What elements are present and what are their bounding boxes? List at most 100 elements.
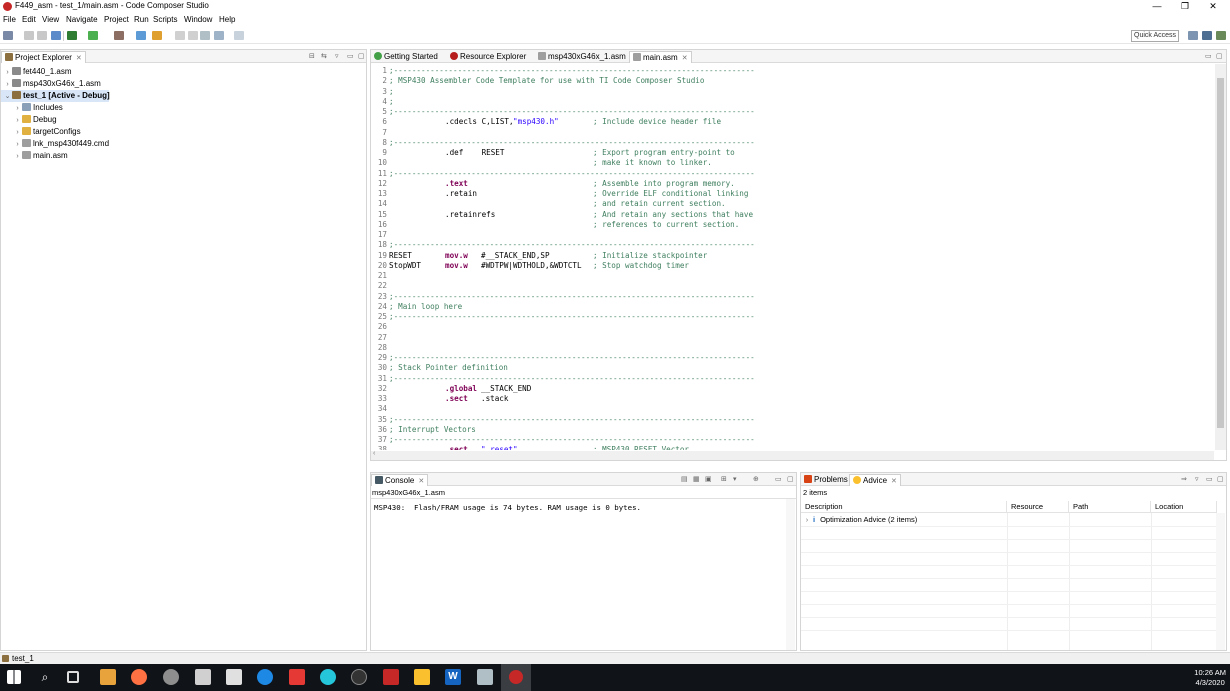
code-line[interactable]: 19 RESET mov.w #__STACK_END,SP ; Initialize … (371, 251, 1211, 261)
code-line[interactable]: 7 (371, 128, 1211, 138)
close-button[interactable]: ✕ (1196, 0, 1230, 13)
save-all-icon[interactable] (37, 31, 47, 40)
code-line[interactable]: 26 (371, 322, 1211, 332)
code-line[interactable]: 8 ;--------------------------------------… (371, 138, 1211, 148)
menu-help[interactable]: Help (219, 15, 235, 24)
code-line[interactable]: 17 (371, 230, 1211, 240)
save-icon[interactable] (24, 31, 34, 40)
word-icon[interactable]: W (445, 669, 461, 685)
menu-project[interactable]: Project (104, 15, 129, 24)
code-line[interactable]: 33 .sect .stack (371, 394, 1211, 404)
code-line[interactable]: 14 ; and retain current section. (371, 199, 1211, 209)
code-line[interactable]: 37 ;-------------------------------------… (371, 435, 1211, 445)
code-line[interactable]: 30; Stack Pointer definition (371, 363, 1211, 373)
code-line[interactable]: 35 ;-------------------------------------… (371, 415, 1211, 425)
firefox-icon[interactable] (131, 669, 147, 685)
code-line[interactable]: 32 .global __STACK_END (371, 384, 1211, 394)
close-icon[interactable]: ✕ (891, 478, 897, 485)
menu-view[interactable]: View (42, 15, 59, 24)
calculator-icon[interactable] (226, 669, 242, 685)
tree-item[interactable]: › fet440_1.asm (1, 66, 71, 78)
view-menu-icon[interactable]: ▿ (335, 52, 339, 60)
edge-icon[interactable] (257, 669, 273, 685)
task-view-icon[interactable] (67, 671, 79, 683)
code-line[interactable]: 28 (371, 343, 1211, 353)
taskbar-app-icon[interactable] (100, 669, 116, 685)
maximize-view-icon[interactable]: ▢ (1217, 475, 1224, 483)
tab-msp430xg46x-asm[interactable]: msp430xG46x_1.asm (535, 51, 629, 63)
code-line[interactable]: 9 .def RESET ; Export program entry-point … (371, 148, 1211, 158)
pin-console-icon[interactable]: ⊞ (721, 475, 727, 483)
close-icon[interactable]: ✕ (682, 55, 688, 62)
filter-icon[interactable]: ⇒ (1181, 475, 1187, 483)
code-line[interactable]: 1 ;--------------------------------------… (371, 66, 1211, 76)
windows-start-icon[interactable] (7, 670, 21, 684)
tree-item[interactable]: › Includes (1, 102, 63, 114)
console-scrollbar[interactable] (786, 499, 795, 650)
close-icon[interactable]: ✕ (76, 55, 82, 62)
code-line[interactable]: 6 .cdecls C,LIST, "msp430.h" ; Include devi… (371, 117, 1211, 127)
forward-icon[interactable] (234, 31, 244, 40)
tab-problems[interactable]: Problems (801, 474, 851, 486)
ccs-edit-perspective-icon[interactable] (1202, 31, 1212, 40)
column-description[interactable]: Description (801, 501, 1007, 513)
code-line[interactable]: 16 ; references to current section. (371, 220, 1211, 230)
code-line[interactable]: 12 .text ; Assemble into program memory. (371, 179, 1211, 189)
word-wrap-icon[interactable]: ▣ (705, 475, 712, 483)
code-line[interactable]: 38 .sect ".reset"; MSP430 RESET Vector (371, 445, 1211, 450)
file-explorer-icon[interactable] (414, 669, 430, 685)
tree-item[interactable]: › main.asm (1, 150, 68, 162)
code-line[interactable]: 23 ;-------------------------------------… (371, 292, 1211, 302)
taskbar-app-icon[interactable] (320, 669, 336, 685)
minimize-view-icon[interactable]: ▭ (347, 52, 354, 60)
chevron-right-icon[interactable]: › (13, 151, 22, 163)
code-line[interactable]: 31 ;-------------------------------------… (371, 374, 1211, 384)
taskbar-app-icon[interactable] (477, 669, 493, 685)
taskbar-app-icon[interactable] (195, 669, 211, 685)
tab-main-asm[interactable]: main.asm ✕ (629, 51, 692, 63)
tab-resource-explorer[interactable]: Resource Explorer (447, 51, 529, 63)
code-line[interactable]: 36; Interrupt Vectors (371, 425, 1211, 435)
code-line[interactable]: 20 StopWDT mov.w #WDTPW|WDTHOLD,&WDTCTL ; St… (371, 261, 1211, 271)
console-output[interactable]: MSP430: Flash/FRAM usage is 74 bytes. RA… (374, 503, 641, 512)
link-editor-icon[interactable]: ⇆ (321, 52, 327, 60)
taskbar-app-icon[interactable] (163, 669, 179, 685)
column-resource[interactable]: Resource (1007, 501, 1069, 513)
minimize-view-icon[interactable]: ▭ (1205, 52, 1212, 60)
scroll-lock-icon[interactable]: ▦ (693, 475, 700, 483)
code-line[interactable]: 29 ;-------------------------------------… (371, 353, 1211, 363)
debug-icon[interactable] (88, 31, 98, 40)
tab-project-explorer[interactable]: Project Explorer ✕ (1, 51, 86, 63)
ccs-debug-perspective-icon[interactable] (1216, 31, 1226, 40)
menu-scripts[interactable]: Scripts (153, 15, 177, 24)
table-row[interactable]: › i Optimization Advice (2 items) (801, 514, 917, 526)
expand-arrow-icon[interactable]: › (801, 514, 813, 526)
new-icon[interactable] (3, 31, 13, 40)
minimize-view-icon[interactable]: ▭ (775, 475, 782, 483)
menu-edit[interactable]: Edit (22, 15, 36, 24)
maximize-view-icon[interactable]: ▢ (1216, 52, 1223, 60)
problems-scrollbar[interactable] (1216, 513, 1225, 650)
code-line[interactable]: 34 (371, 404, 1211, 414)
code-line[interactable]: 22 (371, 281, 1211, 291)
column-path[interactable]: Path (1069, 501, 1151, 513)
quick-access-input[interactable]: Quick Access (1131, 30, 1179, 42)
tree-item[interactable]: ⌄ test_1 [Active - Debug] (1, 90, 110, 102)
console-clear-icon[interactable]: ▤ (681, 475, 688, 483)
tab-getting-started[interactable]: Getting Started (371, 51, 441, 63)
code-line[interactable]: 27 (371, 333, 1211, 343)
tree-item[interactable]: › targetConfigs (1, 126, 81, 138)
open-console-icon[interactable]: ⊕ (753, 475, 759, 483)
code-line[interactable]: 4; (371, 97, 1211, 107)
code-line[interactable]: 3; (371, 87, 1211, 97)
code-line[interactable]: 11 ;-------------------------------------… (371, 169, 1211, 179)
maximize-view-icon[interactable]: ▢ (358, 52, 365, 60)
tree-item[interactable]: › lnk_msp430f449.cmd (1, 138, 109, 150)
scroll-left-icon[interactable]: ‹ (373, 450, 375, 457)
minimize-view-icon[interactable]: ▭ (1206, 475, 1213, 483)
window-icon[interactable] (51, 31, 61, 40)
view-menu-icon[interactable]: ▿ (1195, 475, 1199, 483)
menu-navigate[interactable]: Navigate (66, 15, 98, 24)
code-line[interactable]: 21 (371, 271, 1211, 281)
search-icon[interactable]: ⌕ (37, 669, 53, 685)
